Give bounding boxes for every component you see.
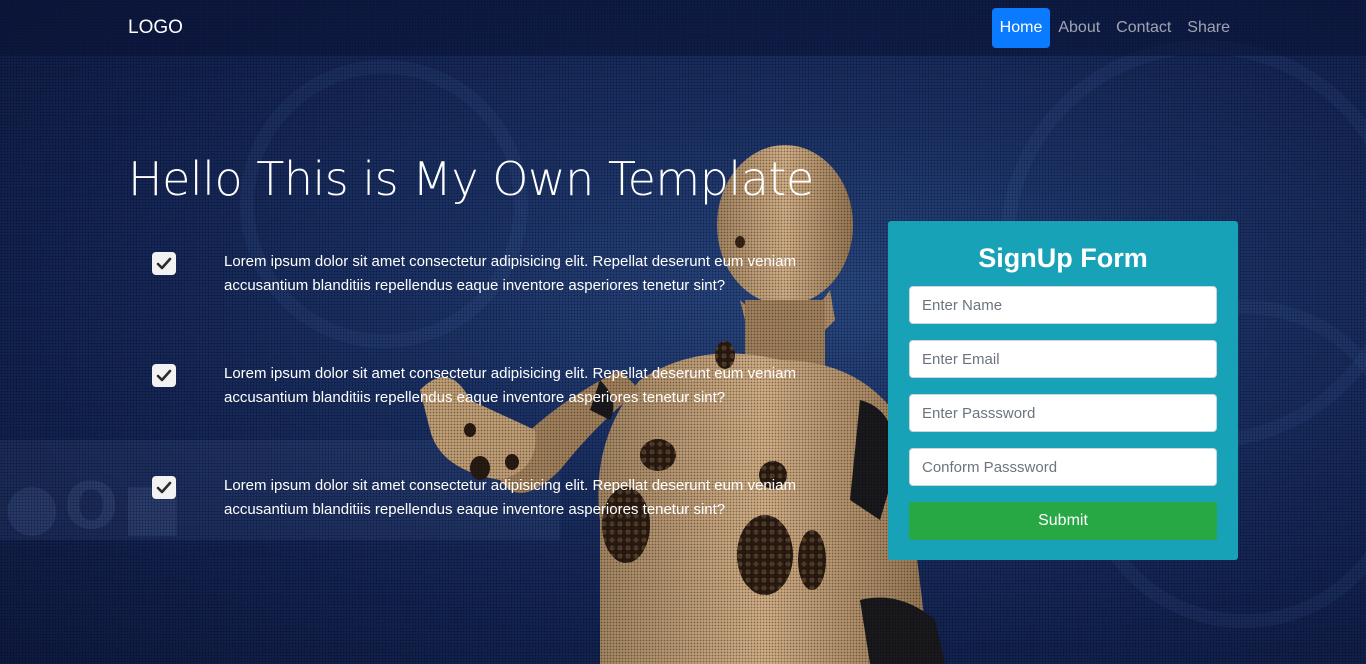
nav-link-about[interactable]: About	[1050, 8, 1108, 48]
feature-text: Lorem ipsum dolor sit amet consectetur a…	[224, 477, 796, 518]
feature-text: Lorem ipsum dolor sit amet consectetur a…	[224, 365, 796, 406]
submit-button[interactable]: Submit	[909, 502, 1217, 540]
email-input[interactable]	[909, 340, 1217, 378]
landing-page: ●O■ LOGO Home About Contact Share Hello …	[0, 0, 1366, 664]
password-input[interactable]	[909, 394, 1217, 432]
signup-form-card: SignUp Form Submit	[888, 221, 1238, 560]
hero-title: Hello This is My Own Template	[128, 152, 814, 206]
checkbox-checked-icon	[152, 364, 176, 387]
nav-link-home[interactable]: Home	[991, 8, 1051, 48]
top-navbar: LOGO Home About Contact Share	[0, 0, 1366, 56]
checkbox-checked-icon	[152, 252, 176, 275]
logo[interactable]: LOGO	[128, 17, 183, 39]
name-input[interactable]	[909, 286, 1217, 324]
nav-link-contact[interactable]: Contact	[1108, 8, 1179, 48]
checkbox-checked-icon	[152, 476, 176, 499]
nav-link-share[interactable]: Share	[1179, 8, 1238, 48]
confirm-password-input[interactable]	[909, 448, 1217, 486]
nav-menu: Home About Contact Share	[991, 8, 1238, 48]
signup-form-title: SignUp Form	[978, 243, 1148, 273]
feature-text: Lorem ipsum dolor sit amet consectetur a…	[224, 253, 796, 294]
